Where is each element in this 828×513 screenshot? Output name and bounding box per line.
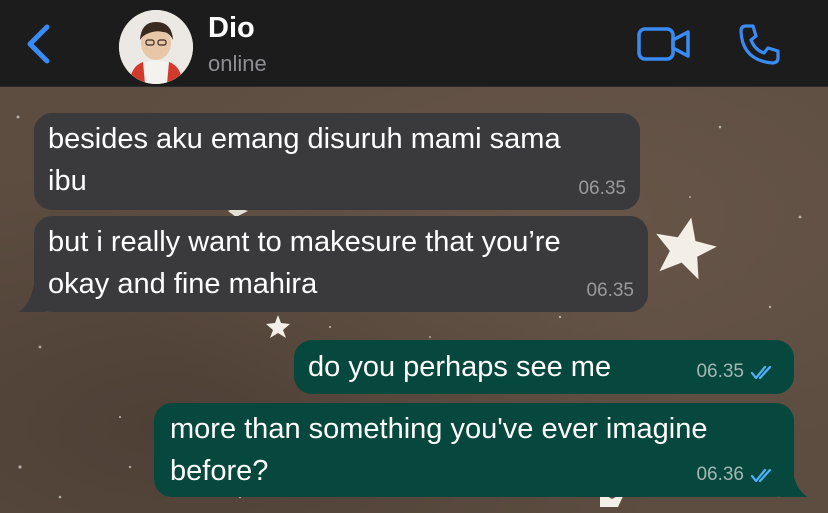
read-receipt-icon [750, 468, 772, 483]
video-call-button[interactable] [636, 24, 692, 64]
chevron-left-icon [27, 24, 50, 64]
avatar-photo [119, 10, 193, 84]
message-text: okay and fine mahira [48, 268, 318, 300]
message-bubble-outgoing[interactable]: more than something you've ever imagine … [154, 403, 794, 497]
bubble-tail [18, 284, 46, 312]
message-text: ibu [48, 165, 87, 197]
read-receipt-icon [750, 365, 772, 380]
message-time: 06.35 [696, 361, 744, 382]
message-time: 06.36 [696, 464, 744, 485]
message-bubble-outgoing[interactable]: do you perhaps see me 06.35 [294, 340, 794, 394]
message-text: before? [170, 455, 269, 487]
message-text: besides aku emang disuruh mami sama [48, 123, 561, 155]
message-text: more than something you've ever imagine [170, 413, 708, 445]
message-bubble-incoming[interactable]: besides aku emang disuruh mami sama ibu … [34, 113, 640, 210]
message-bubble-incoming[interactable]: but i really want to makesure that you’r… [34, 216, 648, 312]
message-time: 06.35 [586, 280, 634, 301]
contact-status: online [208, 51, 267, 76]
phone-call-icon [739, 24, 780, 65]
bubble-tail [780, 469, 808, 497]
back-button[interactable] [20, 22, 56, 66]
video-call-icon [637, 27, 690, 61]
message-text: do you perhaps see me [308, 351, 612, 383]
chat-area[interactable]: besides aku emang disuruh mami sama ibu … [0, 87, 828, 513]
message-text: but i really want to makesure that you’r… [48, 226, 561, 258]
avatar[interactable] [119, 10, 193, 84]
message-time: 06.35 [578, 178, 626, 199]
voice-call-button[interactable] [737, 22, 781, 66]
contact-name[interactable]: Dio [208, 12, 255, 45]
chat-header: Dio online [0, 0, 828, 87]
